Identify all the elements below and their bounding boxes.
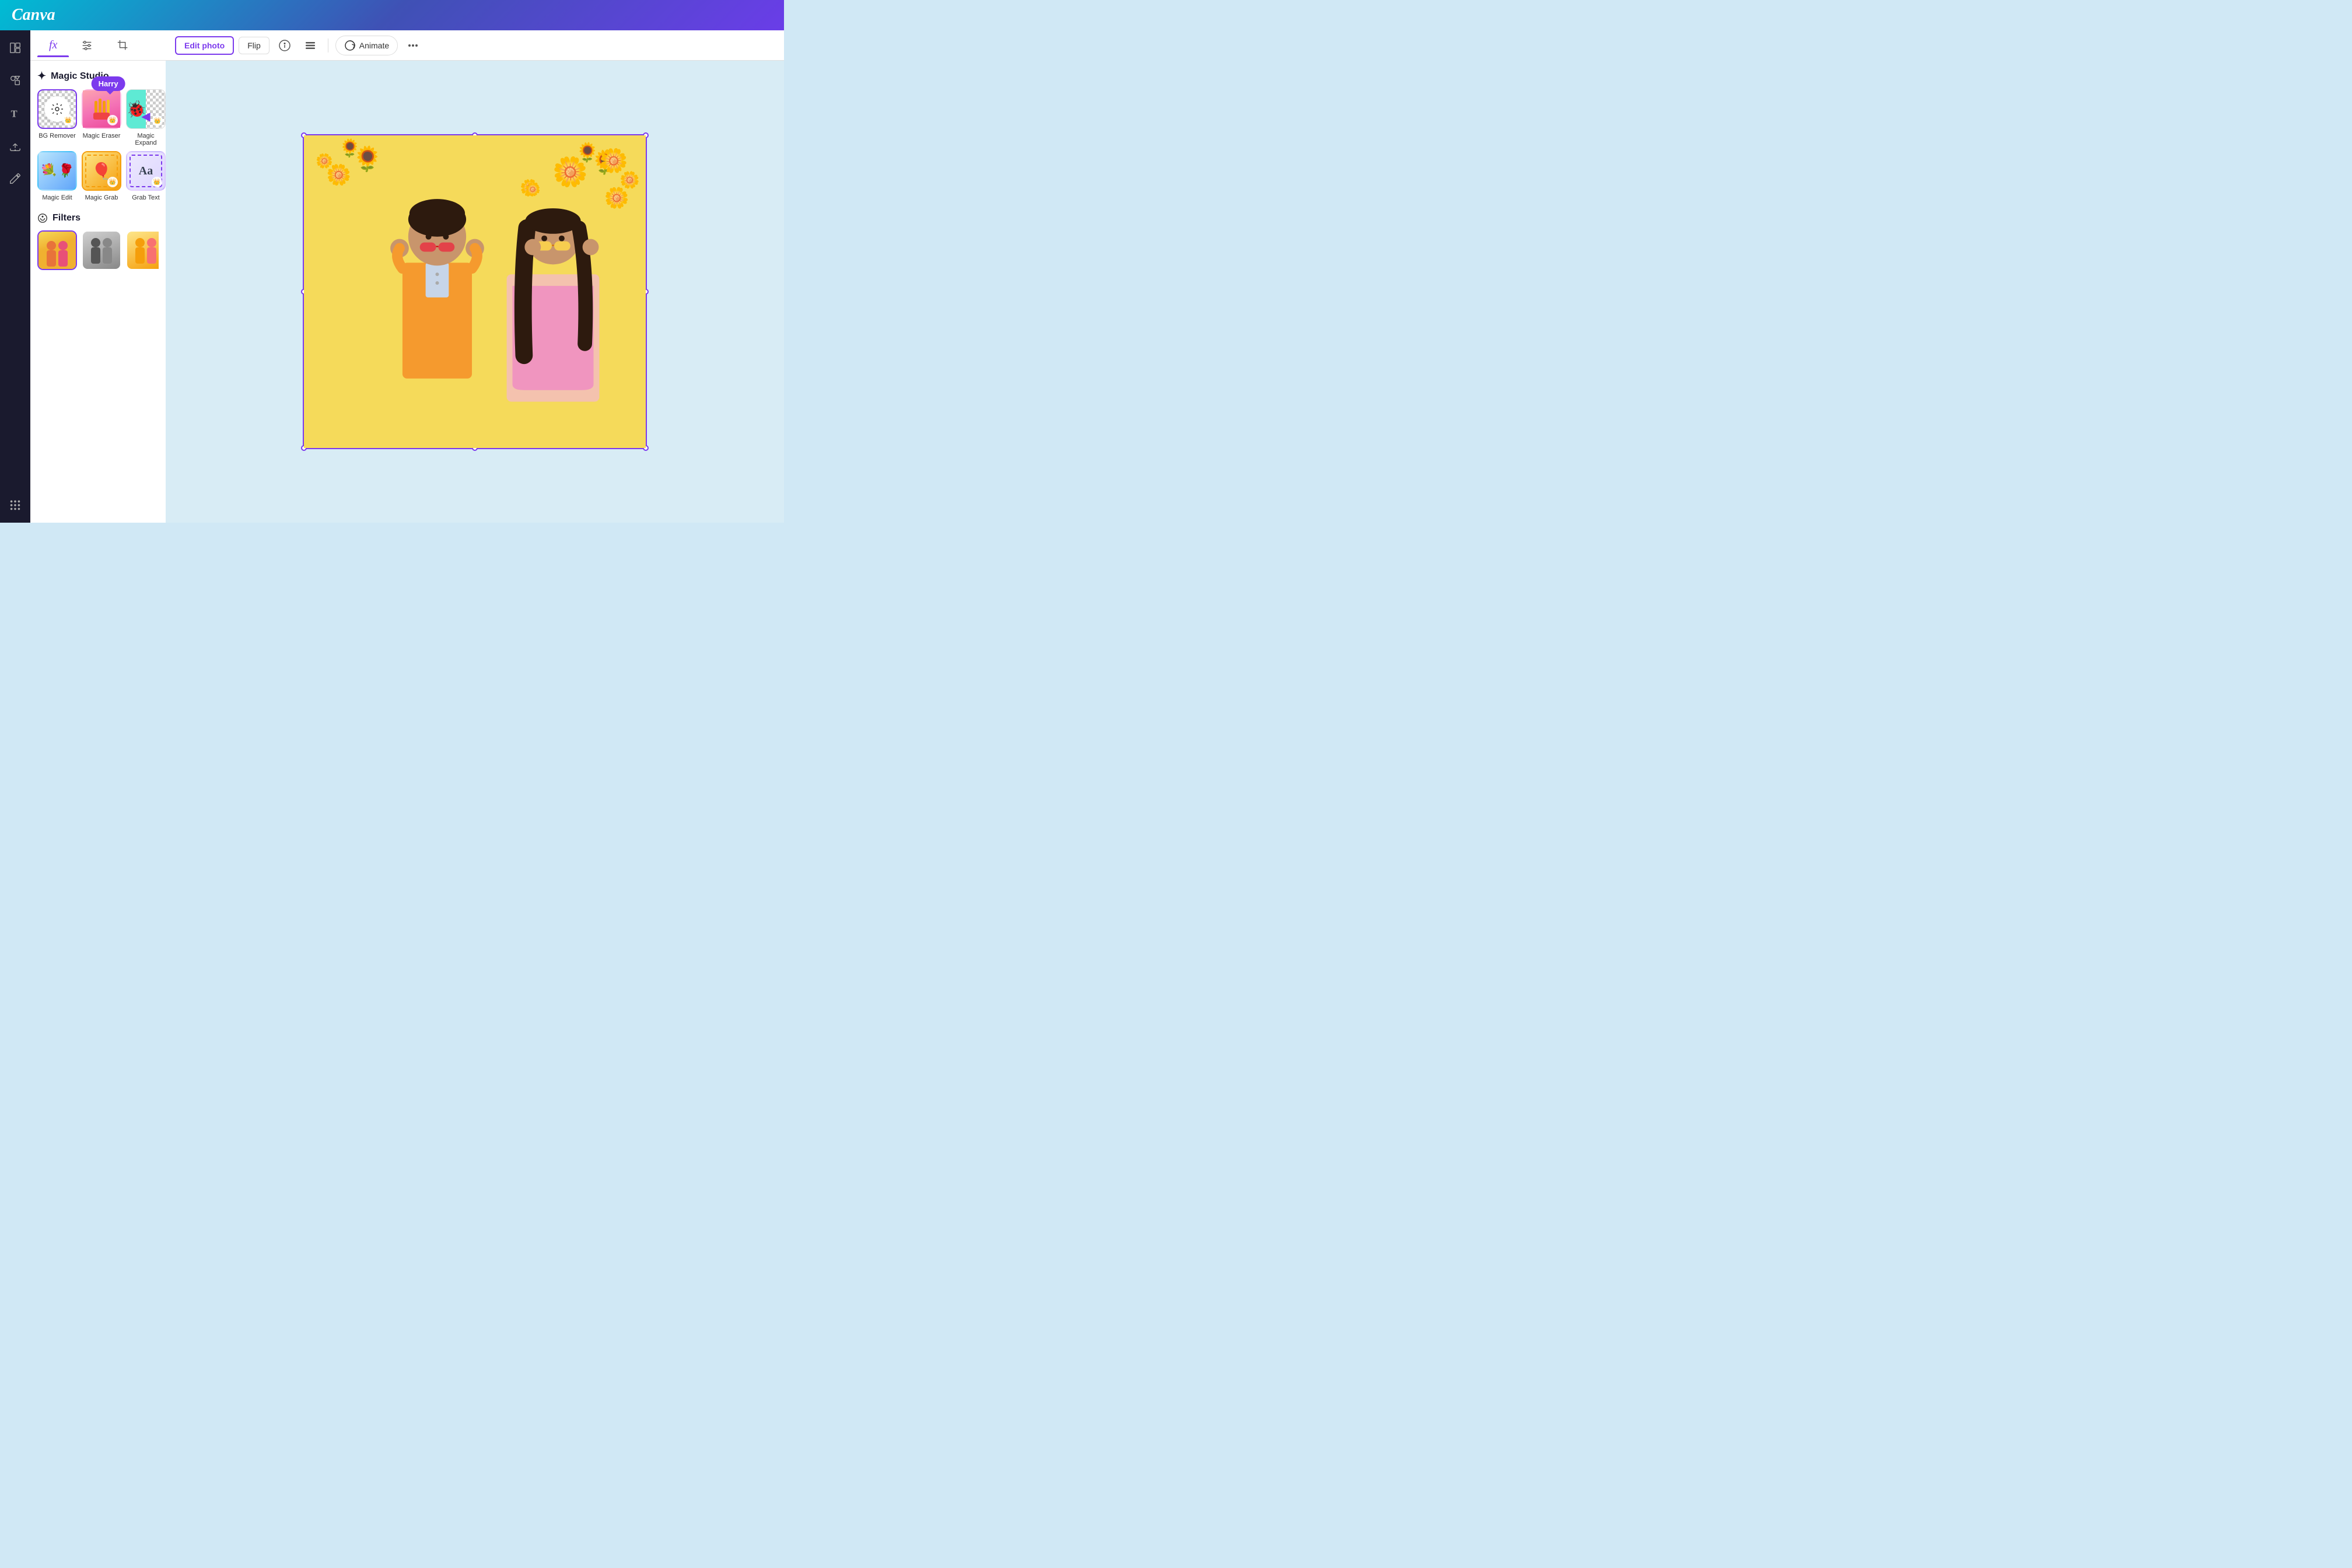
filters-icon [37, 213, 48, 223]
expand-arrow-icon: ◀ [141, 109, 150, 124]
flower-right: 🌼 [620, 170, 640, 190]
panel-content: ✦ Magic Studio 👑 [30, 61, 166, 523]
animate-label: Animate [359, 41, 389, 50]
flower-top-left: 🌻 [339, 138, 360, 159]
tool-magic-grab[interactable]: 🎈 👑 Magic Grab [82, 151, 121, 201]
flip-button[interactable]: Flip [239, 37, 270, 54]
bg-remover-thumb: 👑 [37, 89, 77, 129]
magic-edit-label: Magic Edit [42, 194, 72, 201]
canvas-area: 🌼 🌻 🌼 🌼 🌻 🌼 🌼 🌻 � [166, 61, 784, 523]
filters-row [37, 230, 159, 270]
toolbar: Edit photo Flip [166, 30, 784, 61]
magic-studio-icon: ✦ [37, 70, 46, 82]
edit-photo-button[interactable]: Edit photo [175, 36, 234, 55]
flower-left: 🌼 [316, 153, 333, 170]
filter-item-original[interactable] [37, 230, 77, 270]
tab-effects[interactable]: fx [37, 34, 69, 57]
filter-item-bw[interactable] [82, 230, 121, 270]
crown-badge-eraser: 👑 [107, 115, 118, 125]
tool-magic-expand[interactable]: 🐞 ◀ 👑 Magic Expand [126, 89, 166, 146]
grab-text-thumb: Aa 👑 [126, 151, 166, 191]
panel-tabs: fx [30, 30, 166, 61]
sidebar-item-templates[interactable] [5, 37, 26, 58]
tool-magic-eraser[interactable]: Harry [82, 89, 121, 146]
filter-item-warm[interactable] [126, 230, 159, 270]
app-header: Canva [0, 0, 784, 30]
magic-studio-grid: 👑 BG Remover Harry [37, 89, 159, 201]
filter-warm-people [127, 236, 159, 266]
sidebar-item-draw[interactable] [5, 168, 26, 189]
animate-button[interactable]: Animate [335, 36, 398, 55]
filter-original-people [38, 239, 76, 269]
magic-expand-thumb: 🐞 ◀ 👑 [126, 89, 166, 129]
tab-adjust[interactable] [69, 34, 105, 57]
magic-grab-label: Magic Grab [85, 194, 118, 201]
more-button[interactable] [402, 35, 424, 56]
filter-original-thumb [37, 230, 77, 270]
crown-badge-text: 👑 [152, 177, 162, 187]
tool-grab-text[interactable]: Aa 👑 Grab Text [126, 151, 166, 201]
tab-crop[interactable] [105, 34, 141, 57]
svg-text:T: T [11, 108, 18, 119]
canvas-photo: 🌼 🌻 🌼 🌼 🌻 🌼 🌼 🌻 � [304, 135, 646, 448]
main-layout: T [0, 30, 784, 523]
svg-text:🌼: 🌼 [604, 186, 629, 209]
people-illustration: 🌼 🌻 🌼 🌼 🌻 🌼 [304, 135, 646, 448]
filter-bw-thumb [82, 230, 121, 270]
flower-mid: 🌼 [525, 182, 541, 197]
crown-badge-bg-remover: 👑 [63, 115, 74, 125]
animate-icon [344, 40, 356, 51]
canvas-content: 🌼 🌻 🌼 🌼 🌻 🌼 🌼 🌻 � [166, 61, 784, 523]
grab-text-label: Grab Text [132, 194, 160, 201]
filter-circle-icon [37, 213, 48, 223]
sidebar-item-apps[interactable] [5, 495, 26, 516]
magic-expand-label: Magic Expand [126, 132, 166, 146]
tool-bg-remover[interactable]: 👑 BG Remover [37, 89, 77, 146]
flower-top-right-2: 🌻 [576, 141, 599, 163]
info-icon [279, 40, 290, 51]
magic-edit-thumb: 💐 🌹 [37, 151, 77, 191]
edit-panel: fx ✦ [30, 30, 166, 523]
left-sidebar: T [0, 30, 30, 523]
filters-label: Filters [52, 213, 80, 223]
filter-bw-people [83, 236, 120, 266]
menu-button[interactable] [300, 35, 321, 56]
harry-tooltip: Harry [92, 76, 125, 91]
magic-eraser-thumb: 👑 [82, 89, 121, 129]
settings-icon [50, 102, 64, 116]
crown-badge-expand: 👑 [152, 116, 163, 126]
canva-logo: Canva [12, 6, 55, 24]
canvas-image-wrapper[interactable]: 🌼 🌻 🌼 🌼 🌻 🌼 🌼 🌻 � [303, 134, 647, 449]
crown-badge-grab: 👑 [107, 177, 118, 187]
more-icon [407, 40, 419, 51]
magic-eraser-label: Magic Eraser [83, 132, 121, 139]
hamburger-icon [304, 40, 316, 51]
right-panel: Edit photo Flip [166, 30, 784, 523]
tool-magic-edit[interactable]: 💐 🌹 Magic Edit [37, 151, 77, 201]
sidebar-item-text[interactable]: T [5, 103, 26, 124]
magic-grab-thumb: 🎈 👑 [82, 151, 121, 191]
sidebar-item-upload[interactable] [5, 135, 26, 156]
filter-warm-thumb [126, 230, 159, 270]
filters-header: Filters [37, 213, 159, 223]
filters-section: Filters [37, 213, 159, 270]
bg-remover-label: BG Remover [38, 132, 76, 139]
sidebar-item-elements[interactable] [5, 70, 26, 91]
info-button[interactable] [274, 35, 295, 56]
